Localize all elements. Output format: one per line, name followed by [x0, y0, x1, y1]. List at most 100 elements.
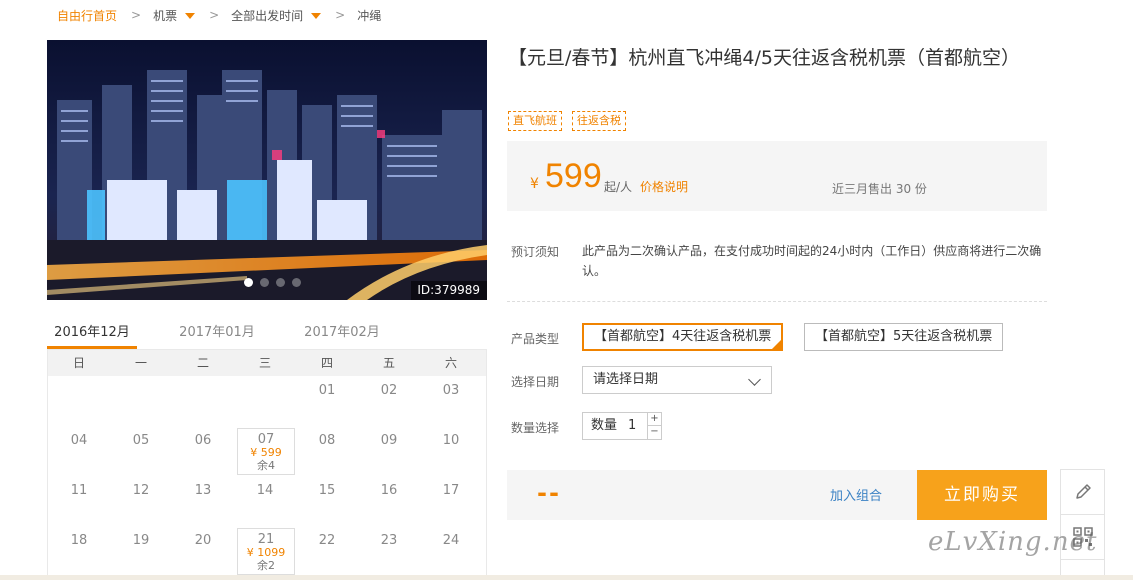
- calendar-day-number: 21: [257, 532, 275, 547]
- calendar-body: 01 02 03 04 05 06 07 ¥ 599 余4 08 09 10 11 12 13 14 15 16 1…: [48, 376, 486, 576]
- date-select-value: 请选择日期: [593, 372, 659, 387]
- calendar-day: 04: [48, 426, 110, 476]
- weekday-label: 三: [258, 356, 271, 370]
- buy-now-button[interactable]: 立即购买: [917, 470, 1047, 520]
- price-currency: ¥: [530, 176, 539, 192]
- calendar-day-number: 20: [194, 533, 212, 548]
- calendar-day: 20: [172, 526, 234, 576]
- calendar-day: 22: [296, 526, 358, 576]
- image-id-label: ID:379989: [411, 281, 487, 300]
- calendar-day: 10: [420, 426, 482, 476]
- calendar-day-number: 04: [70, 433, 88, 448]
- quantity-decrease-button[interactable]: −: [648, 426, 661, 439]
- chevron-down-icon: [748, 373, 761, 386]
- slide-indicators: [244, 278, 301, 287]
- month-tabs: 2016年12月 2017年01月 2017年02月: [47, 316, 487, 350]
- breadcrumb-home-link[interactable]: 自由行首页: [57, 7, 117, 24]
- available-date-box[interactable]: 07 ¥ 599 余4: [237, 428, 295, 475]
- calendar-day: 14: [234, 476, 296, 526]
- quantity-input[interactable]: 1: [628, 413, 636, 439]
- calendar-day[interactable]: 21 ¥ 1099 余2: [234, 526, 296, 576]
- calendar-day: [48, 376, 110, 426]
- quantity-prefix: 数量: [591, 418, 618, 433]
- calendar-day-number: 24: [442, 533, 460, 548]
- tab-month-2016-12[interactable]: 2016年12月: [47, 316, 137, 349]
- calendar-day-number: 23: [380, 533, 398, 548]
- product-type-option-5day[interactable]: 【首都航空】5天往返含税机票: [804, 323, 1004, 351]
- bottom-strip: [0, 575, 1133, 580]
- calendar-day: [234, 376, 296, 426]
- breadcrumb-category-label: 机票: [153, 8, 178, 23]
- product-image-gallery[interactable]: ID:379989: [47, 40, 487, 300]
- calendar-day-number: 07: [257, 432, 275, 447]
- calendar-day: 01: [296, 376, 358, 426]
- tag-round-trip-tax: 往返含税: [572, 111, 626, 131]
- calendar-day: 08: [296, 426, 358, 476]
- date-select-label: 选择日期: [511, 375, 560, 389]
- calendar-day-number: 01: [318, 383, 336, 398]
- side-toolbar: [1060, 469, 1105, 580]
- price-unit: 起/人: [604, 180, 633, 194]
- calendar-day-number: 09: [380, 433, 398, 448]
- calendar-day: 23: [358, 526, 420, 576]
- price-value: 599: [545, 157, 602, 195]
- tab-month-2017-02[interactable]: 2017年02月: [297, 316, 387, 349]
- pencil-icon: [1075, 484, 1091, 499]
- price-panel: ¥ 599 起/人 价格说明 近三月售出 30 份: [507, 141, 1047, 211]
- breadcrumb-departure-label: 全部出发时间: [231, 8, 304, 23]
- calendar-day-number: 08: [318, 433, 336, 448]
- caret-down-icon: [311, 13, 322, 19]
- weekday-label: 六: [444, 356, 457, 370]
- quantity-increase-button[interactable]: +: [648, 413, 661, 426]
- tag-direct-flight: 直飞航班: [508, 111, 562, 131]
- section-divider: [507, 301, 1047, 302]
- calendar-day-number: 18: [70, 533, 88, 548]
- calendar-week-row: 11 12 13 14 15 16 17: [48, 476, 486, 526]
- calendar-day: [172, 376, 234, 426]
- available-date-box[interactable]: 21 ¥ 1099 余2: [237, 528, 295, 575]
- slide-dot[interactable]: [260, 278, 269, 287]
- calendar-day: 24: [420, 526, 482, 576]
- calendar-day: 02: [358, 376, 420, 426]
- product-type-option-label: 【首都航空】4天往返含税机票: [594, 329, 772, 344]
- product-title: 【元旦/春节】杭州直飞冲绳4/5天往返含税机票（首都航空）: [508, 47, 1020, 69]
- sales-count: 近三月售出 30 份: [832, 182, 927, 196]
- calendar-day-number: 06: [194, 433, 212, 448]
- weekday-label: 日: [72, 356, 85, 370]
- price-explanation-link[interactable]: 价格说明: [640, 178, 688, 195]
- total-price: --: [537, 479, 561, 507]
- calendar-day: 19: [110, 526, 172, 576]
- booking-notice-text: 此产品为二次确认产品，在支付成功时间起的24小时内（工作日）供应商将进行二次确认…: [582, 244, 1042, 278]
- calendar-day: 06: [172, 426, 234, 476]
- calendar-day-remaining: 余4: [257, 459, 275, 472]
- product-type-label: 产品类型: [511, 332, 560, 346]
- calendar-day-price: ¥ 599: [250, 446, 282, 459]
- calendar-day-number: 11: [70, 483, 88, 498]
- calendar-day-number: 15: [318, 483, 336, 498]
- calendar-day: 12: [110, 476, 172, 526]
- date-select-dropdown[interactable]: 请选择日期: [582, 366, 772, 394]
- calendar-day-remaining: 余2: [257, 559, 275, 572]
- breadcrumb-category[interactable]: 机票: [153, 7, 196, 24]
- calendar-week-row: 18 19 20 21 ¥ 1099 余2 22 23 24: [48, 526, 486, 576]
- calendar-week-row: 04 05 06 07 ¥ 599 余4 08 09 10: [48, 426, 486, 476]
- calendar-day-price: ¥ 1099: [246, 546, 286, 559]
- breadcrumb-departure[interactable]: 全部出发时间: [231, 7, 322, 24]
- calendar-day-number: 03: [442, 383, 460, 398]
- departure-calendar: 日 一 二 三 四 五 六 01 02 03 04 05 06 07 ¥ 599 余4 08 09 1…: [47, 349, 487, 580]
- site-watermark: eLvXing.net: [928, 527, 1098, 557]
- calendar-day-number: 02: [380, 383, 398, 398]
- slide-dot[interactable]: [276, 278, 285, 287]
- tab-month-2017-01[interactable]: 2017年01月: [172, 316, 262, 349]
- product-type-option-4day[interactable]: 【首都航空】4天往返含税机票: [582, 323, 784, 351]
- purchase-bar: -- 加入组合 立即购买: [507, 470, 1047, 520]
- caret-down-icon: [185, 13, 196, 19]
- slide-dot[interactable]: [292, 278, 301, 287]
- calendar-day[interactable]: 07 ¥ 599 余4: [234, 426, 296, 476]
- add-combo-link[interactable]: 加入组合: [830, 485, 882, 504]
- feedback-button[interactable]: [1061, 470, 1104, 515]
- slide-dot[interactable]: [244, 278, 253, 287]
- city-night-image: [47, 40, 487, 300]
- calendar-day: [110, 376, 172, 426]
- quantity-stepper: 数量 1 + −: [582, 412, 662, 440]
